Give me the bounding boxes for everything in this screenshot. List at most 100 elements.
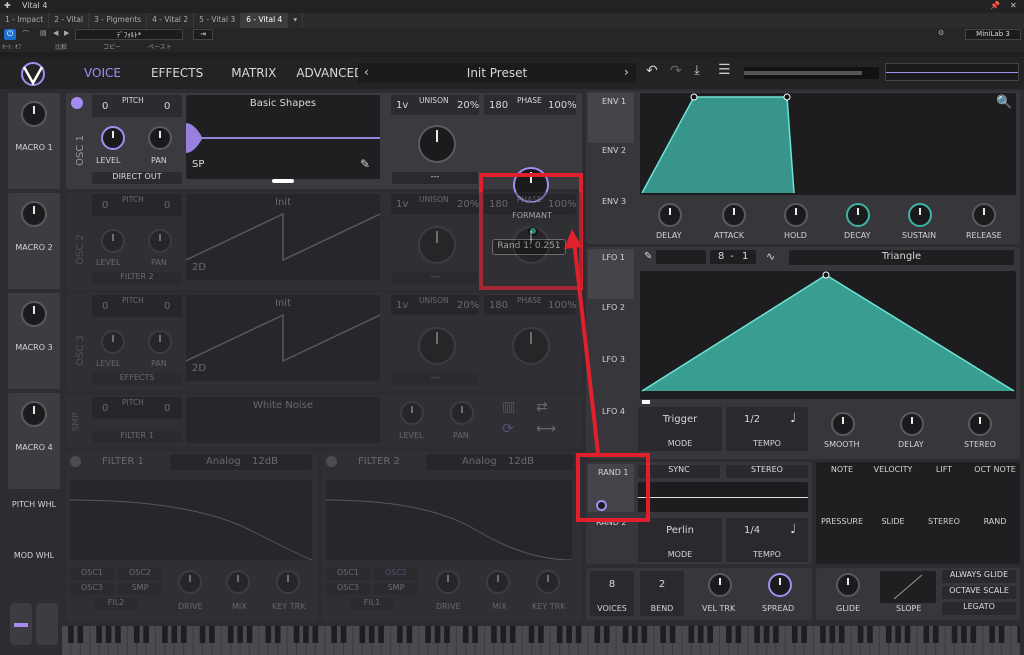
osc-1-pitch[interactable]: 0 PITCH 0	[92, 95, 182, 117]
keyboard-icon[interactable]: ▥	[502, 399, 515, 415]
black-key[interactable]	[491, 626, 497, 643]
filter-route-osc2[interactable]: OSC2	[374, 568, 418, 580]
black-key[interactable]	[773, 626, 779, 643]
lfo-stereo-knob[interactable]	[968, 412, 992, 436]
black-key[interactable]	[77, 626, 84, 643]
host-preset-dropdown[interactable]: ﾃﾞﾌｫﾙﾄ*	[75, 29, 183, 40]
black-key[interactable]	[820, 626, 826, 643]
piano-keyboard[interactable]	[62, 626, 1020, 655]
osc-3-formant-knob[interactable]	[512, 327, 550, 365]
source-note[interactable]: NOTE	[818, 465, 866, 474]
phase-random[interactable]: 100%	[548, 100, 577, 111]
black-key[interactable]	[538, 626, 544, 643]
black-key[interactable]	[1017, 626, 1020, 643]
auto-off-label[interactable]: ｵｰﾄ: ｵﾌ	[2, 42, 21, 51]
pitch-wheel[interactable]	[10, 603, 32, 645]
black-key[interactable]	[171, 626, 178, 643]
osc-2-pan-knob[interactable]	[148, 229, 172, 253]
bend-control[interactable]: 2 BEND	[640, 571, 684, 616]
osc-3-wavetable[interactable]: Init 2D	[186, 295, 380, 381]
sampler-destination[interactable]: FILTER 1	[92, 431, 182, 443]
tab-env-3[interactable]: ENV 3	[602, 197, 626, 206]
black-key[interactable]	[961, 626, 967, 643]
filter-1-graph[interactable]	[69, 480, 313, 561]
black-key[interactable]	[500, 626, 507, 643]
arc-icon[interactable]: ⌒	[22, 29, 29, 39]
black-key[interactable]	[312, 626, 319, 643]
black-key[interactable]	[726, 626, 732, 643]
lfo-shape-selector[interactable]: Triangle	[789, 250, 1014, 265]
black-key[interactable]	[603, 626, 610, 643]
osc-1-scroll[interactable]	[272, 179, 294, 183]
black-key[interactable]	[904, 626, 911, 643]
black-key[interactable]	[970, 626, 977, 643]
unison-voices[interactable]: 1v	[396, 100, 408, 111]
bounce-icon[interactable]: ⟷	[536, 421, 556, 437]
filter-1-toggle[interactable]	[70, 456, 81, 467]
black-key[interactable]	[857, 626, 864, 643]
filter-route-smp[interactable]: SMP	[374, 583, 418, 595]
phase-random[interactable]: 100%	[548, 199, 577, 210]
macro-4[interactable]: MACRO 4	[8, 393, 60, 489]
osc-3-level-knob[interactable]	[101, 330, 125, 354]
black-key[interactable]	[68, 626, 74, 643]
add-icon[interactable]: ✚	[4, 1, 11, 10]
black-key[interactable]	[397, 626, 403, 643]
black-key[interactable]	[246, 626, 253, 643]
black-key[interactable]	[688, 626, 695, 643]
black-key[interactable]	[951, 626, 958, 643]
save-icon[interactable]: ⤓	[694, 63, 700, 78]
octave-scale-toggle[interactable]: OCTAVE SCALE	[942, 586, 1016, 599]
black-key[interactable]	[829, 626, 836, 643]
chevron-down-icon[interactable]: ▾	[288, 13, 304, 28]
env-release-knob[interactable]	[972, 203, 996, 227]
rand-sync-button[interactable]: SYNC	[638, 465, 720, 478]
black-key[interactable]	[669, 626, 676, 643]
vel-track-knob[interactable]	[708, 573, 732, 597]
filter-2-drive-knob[interactable]	[436, 570, 460, 594]
pitch-semitone[interactable]: 0	[164, 200, 170, 211]
unison-voices[interactable]: 1v	[396, 199, 408, 210]
black-key[interactable]	[989, 626, 995, 643]
env-attack-knob[interactable]	[722, 203, 746, 227]
black-key[interactable]	[115, 626, 121, 643]
source-oct-note[interactable]: OCT NOTE	[970, 465, 1020, 474]
black-key[interactable]	[885, 626, 892, 643]
env-decay-knob[interactable]	[846, 203, 870, 227]
copy-label[interactable]: コピー	[103, 42, 121, 51]
black-key[interactable]	[162, 626, 168, 643]
black-key[interactable]	[265, 626, 272, 643]
macro-4-knob[interactable]	[21, 401, 47, 427]
source-velocity[interactable]: VELOCITY	[868, 465, 918, 474]
prev-icon[interactable]: ◀	[53, 29, 58, 37]
black-key[interactable]	[801, 626, 807, 643]
lfo-delay-knob[interactable]	[900, 412, 924, 436]
host-tab[interactable]: 5 - Vital 3	[194, 13, 242, 28]
source-pressure[interactable]: PRESSURE	[818, 517, 866, 526]
phase-value[interactable]: 180	[489, 300, 508, 311]
osc-3-destination[interactable]: EFFECTS	[92, 373, 182, 385]
tab-advanced[interactable]: ADVANCED	[296, 66, 363, 80]
black-key[interactable]	[105, 626, 112, 643]
filter-1-drive-knob[interactable]	[178, 570, 202, 594]
black-key[interactable]	[838, 626, 845, 643]
sampler-pitch[interactable]: 0 PITCH 0	[92, 397, 182, 419]
black-key[interactable]	[331, 626, 337, 643]
pitch-octave[interactable]: 0	[102, 301, 108, 312]
black-key[interactable]	[378, 626, 384, 643]
lfo-mode[interactable]: Trigger MODE	[638, 407, 722, 451]
envelope-graph[interactable]: 🔍	[640, 93, 1016, 195]
zoom-icon[interactable]: 🔍	[996, 95, 1012, 110]
osc-3-unison-knob[interactable]	[418, 327, 456, 365]
osc-1-wavetable[interactable]: Basic Shapes SP ✎	[186, 95, 380, 179]
black-key[interactable]	[472, 626, 478, 643]
next-icon[interactable]: ▶	[64, 29, 69, 37]
black-key[interactable]	[660, 626, 666, 643]
black-key[interactable]	[274, 626, 281, 643]
black-key[interactable]	[566, 626, 572, 643]
always-glide-toggle[interactable]: ALWAYS GLIDE	[942, 570, 1016, 583]
macro-1[interactable]: MACRO 1	[8, 93, 60, 189]
edit-icon[interactable]: ✎	[360, 157, 370, 171]
black-key[interactable]	[143, 626, 149, 643]
black-key[interactable]	[998, 626, 1005, 643]
